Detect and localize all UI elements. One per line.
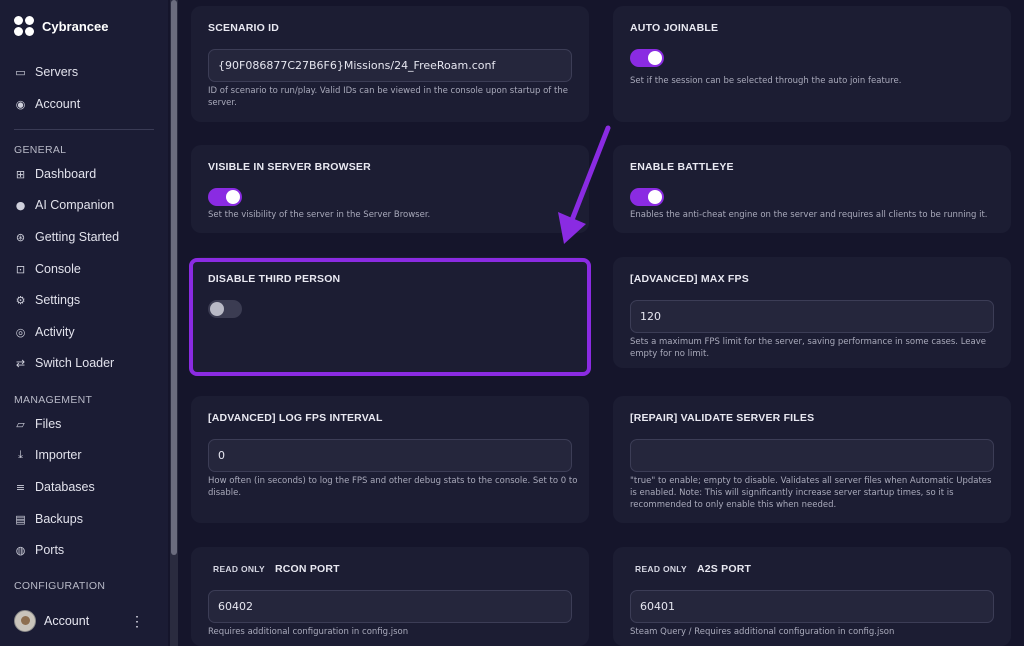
- lifebuoy-icon: ⊛: [15, 230, 26, 244]
- help-text: How often (in seconds) to log the FPS an…: [208, 476, 578, 498]
- sidebar-item-ai-companion[interactable]: ● AI Companion: [14, 195, 115, 215]
- section-label-general: GENERAL: [14, 144, 67, 156]
- sidebar-item-activity[interactable]: ◎ Activity: [14, 322, 75, 342]
- card-a2s-port: READ ONLY A2S PORT 60401 Steam Query / R…: [613, 547, 1011, 646]
- gear-icon: ⚙: [15, 293, 26, 307]
- sidebar-item-switch-loader[interactable]: ⇄ Switch Loader: [14, 353, 114, 373]
- eye-icon: ◎: [15, 325, 26, 339]
- user-circle-icon: ◉: [15, 97, 26, 111]
- sidebar-item-backups[interactable]: ▤ Backups: [14, 509, 83, 529]
- card-title-row: READ ONLY RCON PORT: [208, 563, 340, 575]
- sidebar-item-label: Getting Started: [35, 230, 120, 244]
- sidebar-item-label: AI Companion: [35, 198, 115, 212]
- a2s-port-input: 60401: [630, 590, 994, 623]
- card-title: RCON PORT: [274, 563, 340, 575]
- card-title: VISIBLE IN SERVER BROWSER: [208, 161, 371, 173]
- card-log-fps-interval: [ADVANCED] LOG FPS INTERVAL 0 How often …: [191, 396, 589, 523]
- sidebar-item-label: Importer: [35, 448, 82, 462]
- card-max-fps: [ADVANCED] MAX FPS 120 Sets a maximum FP…: [613, 257, 1011, 368]
- card-rcon-port: READ ONLY RCON PORT 60402 Requires addit…: [191, 547, 589, 646]
- sidebar-item-console[interactable]: ⊡ Console: [14, 259, 81, 279]
- card-auto-joinable: AUTO JOINABLE Set if the session can be …: [613, 6, 1011, 122]
- sidebar-item-databases[interactable]: ≡ Databases: [14, 477, 95, 497]
- globe-icon: ◍: [15, 543, 26, 557]
- sidebar-item-label: Ports: [35, 543, 65, 557]
- card-title-row: READ ONLY A2S PORT: [630, 563, 751, 575]
- visible-server-browser-toggle[interactable]: [208, 188, 242, 206]
- sidebar-item-files[interactable]: ▱ Files: [14, 414, 61, 434]
- read-only-badge: READ ONLY: [635, 564, 687, 574]
- avatar: [14, 610, 36, 632]
- server-icon: ▭: [15, 65, 26, 79]
- account-label: Account: [44, 614, 90, 628]
- log-fps-interval-input[interactable]: 0: [208, 439, 572, 472]
- card-enable-battleye: ENABLE BATTLEYE Enables the anti-cheat e…: [613, 145, 1011, 233]
- read-only-badge: READ ONLY: [213, 564, 265, 574]
- sidebar-item-dashboard[interactable]: ⊞ Dashboard: [14, 164, 96, 184]
- sidebar-item-label: Servers: [35, 65, 79, 79]
- download-icon: ⤓: [18, 448, 23, 461]
- sidebar-divider: [14, 129, 154, 130]
- archive-icon: ▤: [15, 512, 26, 526]
- database-icon: ≡: [15, 480, 26, 494]
- rcon-port-input: 60402: [208, 590, 572, 623]
- card-title: SCENARIO ID: [208, 22, 280, 34]
- help-text: Steam Query / Requires additional config…: [630, 627, 895, 637]
- highlight-outline: [189, 258, 591, 376]
- help-text: ID of scenario to run/play. Valid IDs ca…: [208, 86, 568, 108]
- validate-server-files-input[interactable]: [630, 439, 994, 472]
- sidebar-scrollbar-thumb[interactable]: [171, 0, 177, 555]
- sidebar-item-settings[interactable]: ⚙ Settings: [14, 290, 81, 310]
- sidebar-item-label: Dashboard: [35, 167, 97, 181]
- account-menu[interactable]: Account ⋮: [14, 610, 154, 632]
- sidebar-item-servers[interactable]: ▭ Servers: [14, 62, 78, 82]
- help-text: "true" to enable; empty to disable. Vali…: [630, 476, 992, 510]
- help-text: Requires additional configuration in con…: [208, 627, 409, 637]
- card-title: [REPAIR] VALIDATE SERVER FILES: [630, 412, 815, 424]
- auto-joinable-toggle[interactable]: [630, 49, 664, 67]
- sidebar-item-label: Activity: [35, 325, 75, 339]
- card-scenario-id: SCENARIO ID {90F086877C27B6F6}Missions/2…: [191, 6, 589, 122]
- sidebar-item-importer[interactable]: ⤓ Importer: [14, 445, 82, 465]
- sidebar-item-label: Files: [35, 417, 62, 431]
- brand[interactable]: Cybrancee: [14, 16, 108, 36]
- help-text: Sets a maximum FPS limit for the server,…: [630, 337, 986, 359]
- battleye-toggle[interactable]: [630, 188, 664, 206]
- help-text: Set the visibility of the server in the …: [208, 210, 431, 220]
- card-title: A2S PORT: [696, 563, 752, 575]
- card-title: [ADVANCED] MAX FPS: [630, 273, 749, 285]
- annotation-arrow: [558, 125, 611, 244]
- more-vertical-icon[interactable]: ⋮: [130, 613, 144, 630]
- sidebar-item-label: Backups: [35, 512, 83, 526]
- sidebar-item-account[interactable]: ◉ Account: [14, 94, 80, 114]
- sidebar-item-getting-started[interactable]: ⊛ Getting Started: [14, 227, 119, 247]
- sidebar-item-label: Console: [35, 262, 81, 276]
- sidebar-item-label: Account: [35, 97, 81, 111]
- brand-name: Cybrancee: [42, 18, 109, 34]
- scenario-id-input[interactable]: {90F086877C27B6F6}Missions/24_FreeRoam.c…: [208, 49, 572, 82]
- max-fps-input[interactable]: 120: [630, 300, 994, 333]
- section-label-configuration: CONFIGURATION: [14, 580, 106, 592]
- sidebar: Cybrancee ▭ Servers ◉ Account GENERAL ⊞ …: [0, 0, 168, 646]
- sidebar-item-label: Switch Loader: [35, 356, 115, 370]
- swap-icon: ⇄: [15, 356, 26, 370]
- terminal-icon: ⊡: [15, 262, 26, 276]
- card-title: ENABLE BATTLEYE: [630, 161, 734, 173]
- sidebar-item-label: Databases: [35, 480, 95, 494]
- card-visible-server-browser: VISIBLE IN SERVER BROWSER Set the visibi…: [191, 145, 589, 233]
- chat-icon: ●: [15, 198, 26, 212]
- brand-logo-icon: [14, 16, 34, 36]
- card-validate-server-files: [REPAIR] VALIDATE SERVER FILES "true" to…: [613, 396, 1011, 523]
- folder-icon: ▱: [16, 417, 25, 431]
- section-label-management: MANAGEMENT: [14, 394, 93, 406]
- sidebar-item-label: Settings: [35, 293, 81, 307]
- card-title: AUTO JOINABLE: [630, 22, 719, 34]
- card-title: [ADVANCED] LOG FPS INTERVAL: [208, 412, 383, 424]
- help-text: Set if the session can be selected throu…: [630, 76, 902, 86]
- grid-icon: ⊞: [15, 167, 26, 181]
- sidebar-item-ports[interactable]: ◍ Ports: [14, 540, 65, 560]
- help-text: Enables the anti-cheat engine on the ser…: [630, 210, 988, 220]
